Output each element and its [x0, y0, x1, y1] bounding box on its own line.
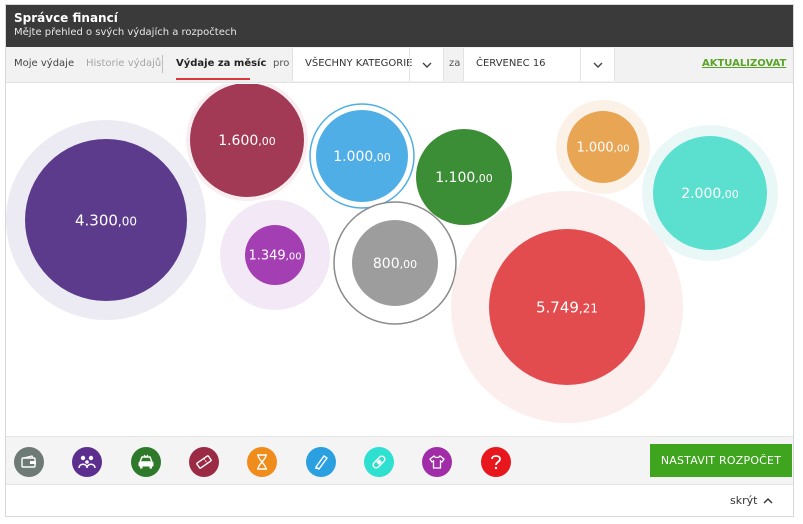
tab-historie-vydaju[interactable]: Historie výdajů [86, 47, 161, 82]
shirt-icon [429, 455, 445, 469]
category-ticket[interactable] [189, 447, 219, 477]
bubble-amount-cents: ,00 [373, 151, 391, 164]
bubble-ostatni-sede[interactable]: 800,00 [333, 201, 457, 325]
category-shirt[interactable] [422, 447, 452, 477]
category-icon-bar: NASTAVIT ROZPOČET [6, 436, 793, 485]
bubble-auto[interactable]: 1.100,00 [416, 129, 512, 225]
app-subtitle: Mějte přehled o svých výdajích a rozpočt… [14, 27, 237, 38]
pen-icon [315, 455, 328, 470]
tab-vydaje-za-mesic[interactable]: Výdaje za měsíc [176, 47, 266, 82]
bubble-chart-svg: 4.300,001.600,001.349,001.000,00800,001.… [6, 84, 778, 423]
bubble-amount-cents: ,00 [118, 214, 137, 228]
bubble-amount-main: 1.600 [218, 133, 258, 149]
finance-widget: Správce financí Mějte přehled o svých vý… [5, 4, 794, 517]
category-car[interactable] [131, 447, 161, 477]
category-pen[interactable] [306, 447, 336, 477]
category-other[interactable] [481, 447, 511, 477]
chevron-up-icon [763, 497, 773, 503]
chevron-down-icon[interactable] [409, 48, 443, 81]
category-hourglass[interactable] [247, 447, 277, 477]
bubble-amount: 1.000,00 [576, 141, 629, 156]
wallet-icon [21, 455, 36, 468]
family-icon [78, 455, 96, 469]
bubble-amount-cents: ,00 [258, 135, 276, 148]
bubble-obleceni[interactable]: 1.349,00 [220, 200, 330, 310]
bubble-zdravi[interactable]: 2.000,00 [642, 125, 778, 261]
bubble-amount-main: 1.100 [435, 170, 475, 186]
bubble-amount-main: 1.000 [576, 141, 613, 156]
bubble-amount-cents: ,21 [579, 301, 598, 315]
hide-toggle[interactable]: skrýt [730, 485, 773, 516]
bubble-amount-main: 1.349 [248, 249, 285, 264]
bubble-amount: 5.749,21 [536, 298, 598, 316]
bubble-amount-cents: ,00 [614, 144, 630, 155]
category-select-value: VŠECHNY KATEGORIE [305, 58, 413, 69]
bubble-amount: 1.349,00 [248, 249, 301, 264]
bubble-amount-main: 5.749 [536, 298, 579, 316]
month-select-value: ČERVENEC 16 [476, 58, 546, 69]
bubble-jine[interactable]: 5.749,21 [451, 191, 683, 423]
bubble-amount-cents: ,00 [400, 258, 418, 271]
app-title: Správce financí [14, 11, 118, 25]
bubble-amount-main: 800 [373, 256, 400, 272]
chevron-down-icon[interactable] [580, 48, 614, 81]
expense-bubble-chart: 4.300,00 1.600,00 1.349,00 1.000,00 800,00 1.… [6, 84, 793, 436]
hourglass-icon [257, 454, 267, 470]
bubble-domacnost[interactable]: 4.300,00 [6, 120, 206, 320]
set-budget-button[interactable]: NASTAVIT ROZPOČET [650, 444, 792, 477]
question-icon [491, 455, 501, 470]
bandage-icon [372, 455, 386, 469]
bubble-amount: 2.000,00 [681, 186, 739, 202]
month-select[interactable]: ČERVENEC 16 [463, 48, 615, 81]
bubble-amount: 800,00 [373, 256, 417, 272]
za-label: za [449, 58, 461, 69]
category-bandage[interactable] [364, 447, 394, 477]
tab-moje-vydaje[interactable]: Moje výdaje [14, 47, 74, 82]
toolbar: Moje výdaje Historie výdajů Výdaje za mě… [6, 47, 793, 83]
app-header: Správce financí Mějte přehled o svých vý… [6, 5, 793, 47]
bubble-amount-cents: ,00 [475, 172, 493, 185]
category-wallet[interactable] [14, 447, 44, 477]
bubble-amount: 1.000,00 [333, 149, 391, 165]
bubble-amount-cents: ,00 [286, 252, 302, 263]
bubble-amount-main: 1.000 [333, 149, 373, 165]
category-select[interactable]: VŠECHNY KATEGORIE [292, 48, 444, 81]
update-link[interactable]: AKTUALIZOVAT [702, 47, 786, 81]
hide-label: skrýt [730, 494, 758, 507]
bubble-vzdelani[interactable]: 1.000,00 [309, 103, 415, 209]
bubble-zabava[interactable]: 1.600,00 [186, 84, 308, 201]
bubble-amount-main: 4.300 [75, 211, 118, 229]
category-family[interactable] [72, 447, 102, 477]
bubble-amount-cents: ,00 [721, 188, 739, 201]
bubble-amount: 1.100,00 [435, 170, 493, 186]
ticket-icon [196, 455, 212, 469]
bubble-amount: 1.600,00 [218, 133, 276, 149]
bubble-amount: 4.300,00 [75, 211, 137, 229]
pro-label: pro [273, 58, 290, 69]
widget-footer: skrýt [6, 485, 793, 516]
car-icon [138, 454, 154, 469]
bubble-amount-main: 2.000 [681, 186, 721, 202]
active-tab-indicator [176, 78, 250, 80]
tab-divider [162, 55, 163, 73]
bubble-volny-cas[interactable]: 1.000,00 [556, 100, 650, 194]
